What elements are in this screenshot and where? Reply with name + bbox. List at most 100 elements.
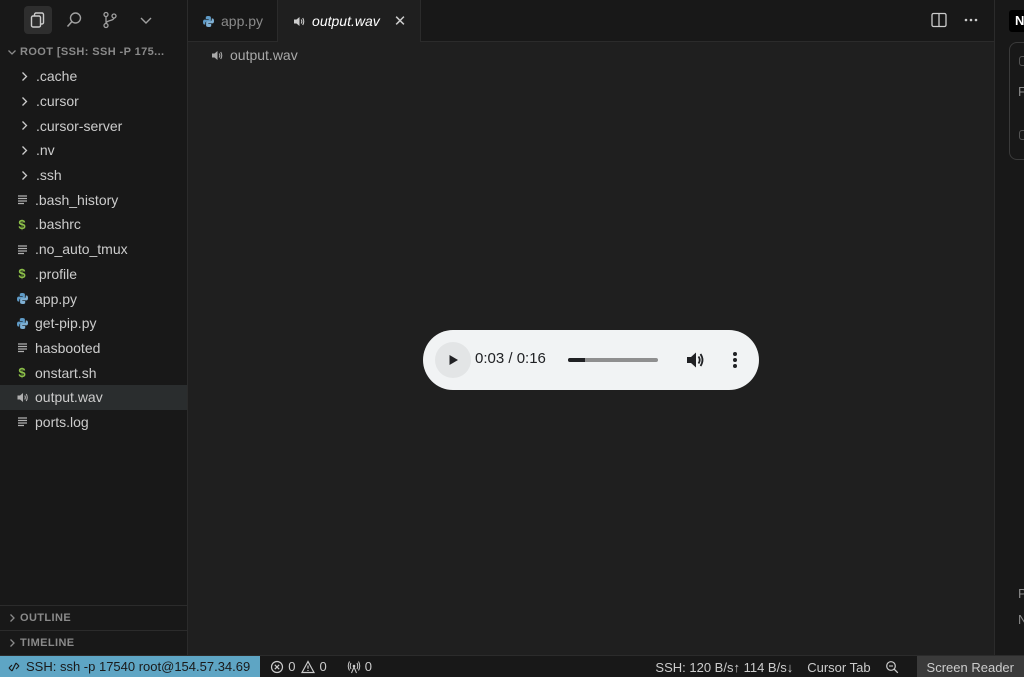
chevron-down-icon[interactable] [132, 6, 160, 34]
warning-count: 0 [319, 659, 327, 674]
source-control-icon[interactable] [96, 6, 124, 34]
right-panel-text: N [1018, 612, 1024, 627]
sidebar: ROOT [SSH: SSH -P 175... .cache .cursor … [0, 0, 188, 655]
right-panel-header[interactable]: N [1009, 10, 1024, 32]
split-editor-icon[interactable] [930, 11, 948, 34]
tree-item-output-wav[interactable]: output.wav [0, 384, 187, 410]
tree-item-label: .cursor-server [36, 117, 123, 134]
tree-item-label: get-pip.py [35, 315, 97, 332]
close-icon[interactable]: ✕ [394, 12, 407, 30]
tree-item-label: onstart.sh [35, 364, 97, 381]
tree-item-ports-log[interactable]: ports.log [0, 410, 187, 435]
tree-item-nv[interactable]: .nv [0, 138, 187, 163]
audio-player: 0:03 / 0:16 [423, 330, 759, 390]
tree-item-label: .nv [36, 142, 55, 159]
tree-item-onstart-sh[interactable]: $ onstart.sh [0, 360, 187, 385]
chevron-right-icon [16, 119, 32, 132]
tab-output-wav[interactable]: output.wav ✕ [278, 0, 422, 42]
chevron-down-icon [8, 50, 16, 55]
status-bar: SSH: ssh -p 17540 root@154.57.34.69 0 0 … [0, 655, 1024, 677]
remote-indicator[interactable]: SSH: ssh -p 17540 root@154.57.34.69 [0, 655, 261, 677]
python-file-icon [14, 317, 30, 330]
shell-file-icon: $ [18, 365, 26, 381]
tree-item-cache[interactable]: .cache [0, 64, 187, 89]
remote-label: SSH: ssh -p 17540 root@154.57.34.69 [26, 659, 251, 674]
text-file-icon [14, 193, 30, 206]
outline-title: OUTLINE [20, 611, 72, 624]
tab-actions [930, 11, 980, 34]
editor-area: output.wav 0:03 / 0:16 [188, 42, 994, 655]
tree-item-label: .cache [36, 68, 78, 85]
tree-item-hasbooted[interactable]: hasbooted [0, 336, 187, 361]
play-icon [449, 355, 458, 365]
chevron-right-icon [10, 613, 15, 622]
file-tree: .cache .cursor .cursor-server .nv .ssh .… [0, 64, 187, 434]
tree-item-bash-history[interactable]: .bash_history [0, 187, 187, 212]
chevron-right-icon [16, 70, 32, 83]
tree-item-bashrc[interactable]: $ .bashrc [0, 212, 187, 237]
warning-icon [301, 659, 316, 673]
search-icon[interactable] [60, 6, 88, 34]
zoom-icon[interactable] [885, 660, 903, 674]
audio-file-icon [14, 391, 30, 404]
screen-reader-status[interactable]: Screen Reader [916, 656, 1024, 677]
time-display: 0:03 / 0:16 [475, 350, 546, 367]
right-panel-text: F [1018, 84, 1024, 99]
activity-bar [0, 0, 187, 40]
timeline-section[interactable]: TIMELINE [0, 630, 188, 654]
remote-icon [8, 661, 20, 673]
tree-item-label: hasbooted [35, 339, 101, 356]
tab-label: app.py [221, 13, 264, 29]
more-actions-icon[interactable] [962, 11, 980, 34]
play-button[interactable] [435, 342, 471, 378]
audio-file-icon [210, 49, 224, 62]
tree-item-label: app.py [35, 290, 78, 307]
checkbox-icon[interactable] [1019, 56, 1024, 66]
chevron-right-icon [16, 95, 32, 108]
tree-item-cursor[interactable]: .cursor [0, 89, 187, 114]
tree-item-get-pip-py[interactable]: get-pip.py [0, 311, 187, 336]
more-options-icon[interactable] [725, 349, 745, 376]
audio-file-icon [292, 15, 306, 28]
problems-indicator[interactable]: 0 0 [270, 659, 327, 674]
tree-item-no-auto-tmux[interactable]: .no_auto_tmux [0, 237, 187, 262]
tree-item-app-py[interactable]: app.py [0, 286, 187, 311]
tree-item-cursor-server[interactable]: .cursor-server [0, 113, 187, 138]
tree-item-label: .bashrc [35, 216, 81, 233]
tree-item-label: .profile [35, 265, 78, 282]
tree-item-profile[interactable]: $ .profile [0, 262, 187, 287]
timeline-title: TIMELINE [20, 636, 75, 649]
text-file-icon [14, 243, 30, 256]
status-bar-right: SSH: 120 B/s↑ 114 B/s↓ Cursor Tab Screen… [655, 656, 1024, 677]
text-file-icon [14, 415, 30, 428]
error-count: 0 [288, 659, 296, 674]
tab-label: output.wav [312, 13, 380, 29]
volume-icon[interactable] [684, 349, 706, 376]
shell-file-icon: $ [18, 216, 26, 232]
progress-slider[interactable] [568, 358, 658, 362]
tab-app-py[interactable]: app.py [188, 0, 279, 42]
python-file-icon [202, 15, 215, 28]
outline-section[interactable]: OUTLINE [0, 605, 188, 629]
tree-item-label: .bash_history [35, 191, 119, 208]
chevron-right-icon [10, 638, 15, 647]
broadcast-icon [347, 660, 360, 673]
chevron-right-icon [16, 169, 32, 182]
tab-bar: app.py output.wav ✕ [188, 0, 994, 42]
right-panel: N F P N [994, 0, 1024, 655]
text-file-icon [14, 341, 30, 354]
ports-indicator[interactable]: 0 [347, 659, 372, 674]
ports-count: 0 [364, 659, 372, 674]
ssh-transfer[interactable]: SSH: 120 B/s↑ 114 B/s↓ [655, 660, 793, 675]
tree-item-ssh[interactable]: .ssh [0, 163, 187, 188]
explorer-icon[interactable] [24, 6, 52, 34]
tree-item-label: .cursor [36, 93, 79, 110]
explorer-root-header[interactable]: ROOT [SSH: SSH -P 175... [0, 40, 187, 64]
python-file-icon [14, 292, 30, 305]
cursor-tab-status[interactable]: Cursor Tab [807, 660, 870, 675]
checkbox-icon[interactable] [1019, 130, 1024, 140]
breadcrumb-file: output.wav [230, 47, 298, 63]
right-panel-text: P [1018, 586, 1024, 601]
breadcrumb[interactable]: output.wav [210, 45, 298, 65]
chevron-right-icon [16, 144, 32, 157]
